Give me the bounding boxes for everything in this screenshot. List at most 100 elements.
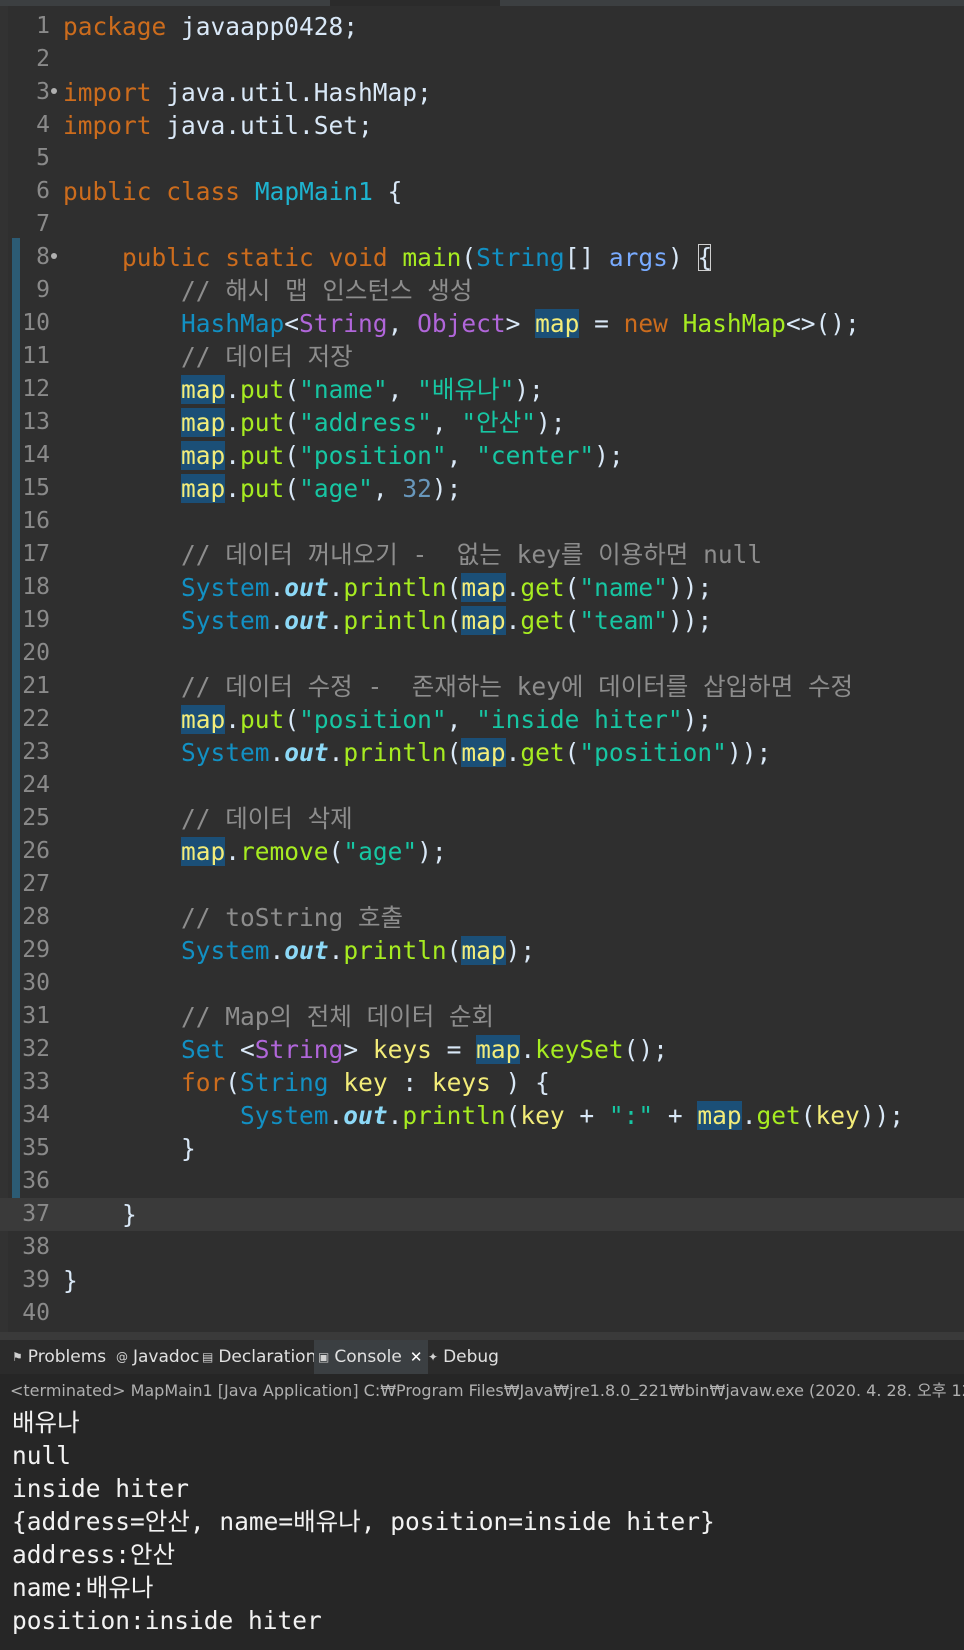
code-line[interactable]: 14 map.put("position", "center"); (0, 439, 964, 472)
code-line[interactable]: 18 System.out.println(map.get("name")); (0, 571, 964, 604)
tab-declaration[interactable]: ▤ Declaration (198, 1340, 322, 1374)
code-token: . (225, 408, 241, 437)
code-token: println (402, 1101, 506, 1130)
code-token: out (284, 573, 329, 602)
code-text: // Map의 전체 데이터 순회 (63, 1000, 494, 1033)
panel-divider[interactable] (0, 1332, 964, 1340)
code-token: static (225, 243, 314, 272)
code-token: class (166, 177, 241, 206)
code-token: out (284, 936, 329, 965)
code-text: map.remove("age"); (63, 835, 447, 868)
line-number: 12 (22, 376, 50, 402)
code-token: void (328, 243, 388, 272)
code-token: } (63, 1134, 196, 1163)
code-token: } (63, 1200, 137, 1229)
code-line[interactable]: 30 (0, 967, 964, 1000)
code-line[interactable]: 28 // toString 호출 (0, 901, 964, 934)
code-token: . (225, 474, 241, 503)
code-line[interactable]: 1 package javaapp0428; (0, 10, 964, 43)
code-line[interactable]: 15 map.put("age", 32); (0, 472, 964, 505)
code-line[interactable]: 39} (0, 1264, 964, 1297)
code-line[interactable]: 11 // 데이터 저장 (0, 340, 964, 373)
console-view[interactable]: <terminated> MapMain1 [Java Application]… (0, 1374, 964, 1650)
code-line[interactable]: 2 (0, 43, 964, 76)
fold-toggle-icon[interactable] (51, 88, 57, 94)
code-line[interactable]: 6 public class MapMain1 { (0, 175, 964, 208)
code-token: "center" (476, 441, 595, 470)
code-token: , (446, 705, 477, 734)
code-token: key (343, 1068, 388, 1097)
code-text: } (63, 1198, 137, 1231)
code-line[interactable]: 20 (0, 637, 964, 670)
fold-toggle-icon[interactable] (51, 253, 57, 259)
code-line[interactable]: 36 (0, 1165, 964, 1198)
tab-debug[interactable]: ✦ Debug (424, 1340, 505, 1374)
code-token: )); (726, 738, 772, 767)
code-line[interactable]: 32 Set <String> keys = map.keySet(); (0, 1033, 964, 1066)
code-line[interactable]: 7 (0, 208, 964, 241)
code-line[interactable]: 5 (0, 142, 964, 175)
code-line[interactable]: 37 } (0, 1198, 964, 1231)
console-output-line: position:inside hiter (12, 1606, 322, 1635)
line-number: 19 (22, 607, 50, 633)
code-token: "배유나" (417, 375, 515, 404)
code-token: System (181, 936, 270, 965)
code-line[interactable]: 12 map.put("name", "배유나"); (0, 373, 964, 406)
code-line[interactable]: 26 map.remove("age"); (0, 835, 964, 868)
code-line[interactable]: 13 map.put("address", "안산"); (0, 406, 964, 439)
code-line[interactable]: 23 System.out.println(map.get("position"… (0, 736, 964, 769)
code-line[interactable]: 29 System.out.println(map); (0, 934, 964, 967)
code-line[interactable]: 9 // 해시 맵 인스턴스 생성 (0, 274, 964, 307)
code-token: . (505, 573, 521, 602)
code-line[interactable]: 16 (0, 505, 964, 538)
console-output-line: null (12, 1441, 72, 1470)
code-token: Set (181, 1035, 226, 1064)
code-editor[interactable]: 1 package javaapp0428; 2 3 import java.util.… (0, 6, 964, 1332)
line-number: 27 (22, 871, 50, 897)
code-token: map (476, 1035, 521, 1064)
code-line[interactable]: 17 // 데이터 꺼내오기 - 없는 key를 이용하면 null (0, 538, 964, 571)
code-line[interactable]: 22 map.put("position", "inside hiter"); (0, 703, 964, 736)
code-token: keys (372, 1035, 432, 1064)
code-line[interactable]: 25 // 데이터 삭제 (0, 802, 964, 835)
code-line[interactable]: 40 (0, 1297, 964, 1330)
code-line[interactable]: 4 import java.util.Set; (0, 109, 964, 142)
close-icon[interactable]: ✕ (410, 1340, 423, 1374)
console-output-line: 배유나 (12, 1408, 80, 1437)
code-line[interactable]: 21 // 데이터 수정 - 존재하는 key에 데이터를 삽입하면 수정 (0, 670, 964, 703)
code-line[interactable]: 24 (0, 769, 964, 802)
code-token: . (328, 573, 344, 602)
tab-problems[interactable]: ⚑ Problems (8, 1340, 112, 1374)
line-number: 36 (22, 1168, 50, 1194)
code-token: keySet (535, 1035, 624, 1064)
code-token: System (181, 606, 270, 635)
code-token: import (63, 111, 152, 140)
code-line[interactable]: 31 // Map의 전체 데이터 순회 (0, 1000, 964, 1033)
code-line[interactable]: 27 (0, 868, 964, 901)
tab-console[interactable]: ▣ Console ✕ (314, 1340, 429, 1374)
code-line[interactable]: 3 import java.util.HashMap; (0, 76, 964, 109)
console-output-line: address:안산 (12, 1540, 176, 1569)
console-output: 배유나 null inside hiter {address=안산, name=배유나… (12, 1406, 715, 1637)
code-line[interactable]: 38 (0, 1231, 964, 1264)
code-line[interactable]: 19 System.out.println(map.get("team")); (0, 604, 964, 637)
code-token: "position" (299, 705, 447, 734)
code-token: javaapp0428; (166, 12, 359, 41)
code-line[interactable]: 34 System.out.println(key + ":" + map.ge… (0, 1099, 964, 1132)
line-number: 30 (22, 970, 50, 996)
code-token: key (520, 1101, 565, 1130)
code-text: HashMap<String, Object> map = new HashMa… (63, 307, 860, 340)
code-line[interactable]: 35 } (0, 1132, 964, 1165)
code-token: [] (564, 243, 609, 272)
code-line[interactable]: 8 public static void main(String[] args)… (0, 241, 964, 274)
code-line[interactable]: 10 HashMap<String, Object> map = new Has… (0, 307, 964, 340)
line-number: 37 (22, 1201, 50, 1227)
code-line[interactable]: 33 for(String key : keys ) { (0, 1066, 964, 1099)
code-token: // Map의 전체 데이터 순회 (181, 1002, 495, 1031)
code-lines[interactable]: 1 package javaapp0428; 2 3 import java.util.… (0, 10, 964, 1330)
tab-javadoc[interactable]: @ Javadoc (112, 1340, 205, 1374)
